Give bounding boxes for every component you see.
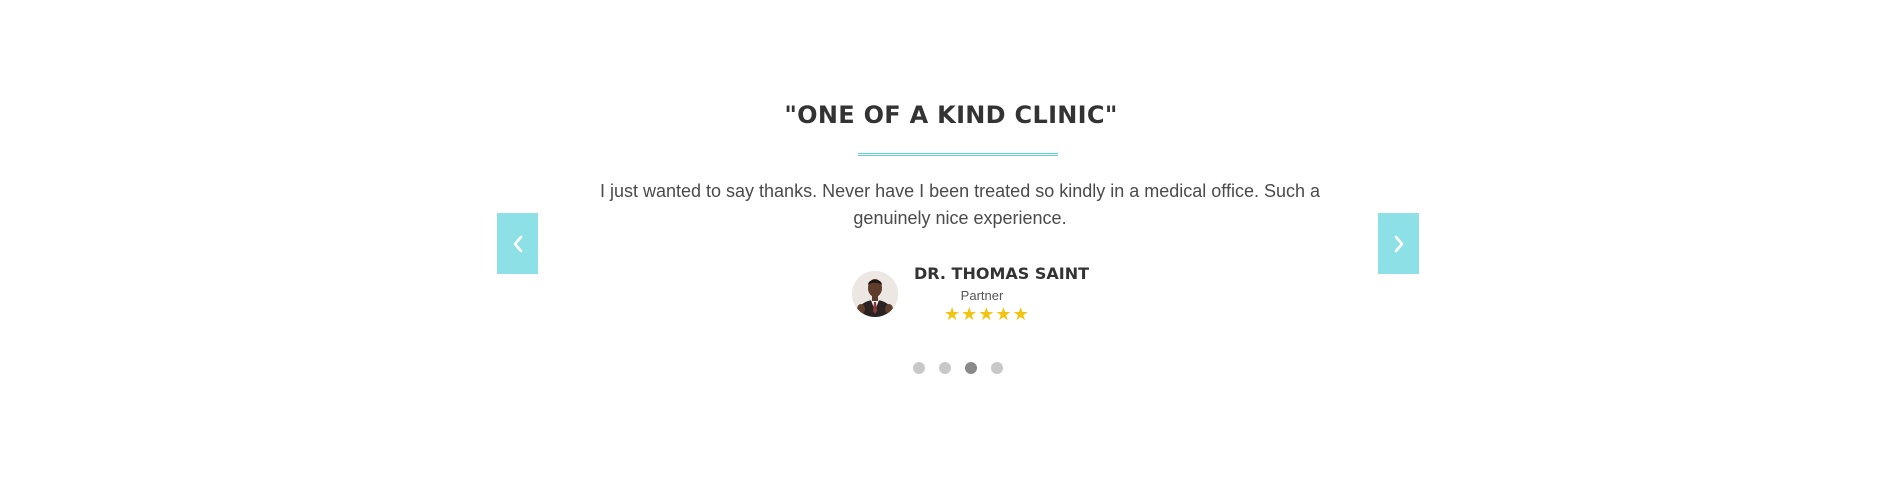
testimonial-section: "ONE OF A KIND CLINIC" I just wanted to … — [0, 0, 1902, 483]
star-rating: ★ ★ ★ ★ ★ — [944, 306, 1029, 324]
pagination-dot-3[interactable] — [965, 362, 977, 374]
star-icon: ★ — [944, 304, 961, 325]
pagination-dot-2[interactable] — [939, 362, 951, 374]
chevron-left-icon — [511, 234, 525, 254]
pagination-dot-1[interactable] — [913, 362, 925, 374]
star-icon: ★ — [1012, 304, 1029, 325]
next-slide-button[interactable] — [1378, 213, 1419, 274]
star-icon: ★ — [978, 304, 995, 325]
author-avatar — [852, 271, 898, 317]
heading-divider — [858, 153, 1058, 156]
testimonial-quote: I just wanted to say thanks. Never have … — [599, 181, 1321, 228]
testimonial-heading: "ONE OF A KIND CLINIC" — [784, 101, 1118, 129]
author-role: Partner — [960, 288, 1004, 303]
author-name: DR. THOMAS SAINT — [914, 264, 1090, 283]
star-icon: ★ — [961, 304, 978, 325]
pagination-dot-4[interactable] — [991, 362, 1003, 374]
chevron-right-icon — [1392, 234, 1406, 254]
testimonial-author: DR. THOMAS SAINT Partner ★ ★ ★ ★ ★ — [852, 262, 1090, 324]
star-icon: ★ — [995, 304, 1012, 325]
carousel-pagination — [913, 362, 1003, 374]
prev-slide-button[interactable] — [497, 213, 538, 274]
